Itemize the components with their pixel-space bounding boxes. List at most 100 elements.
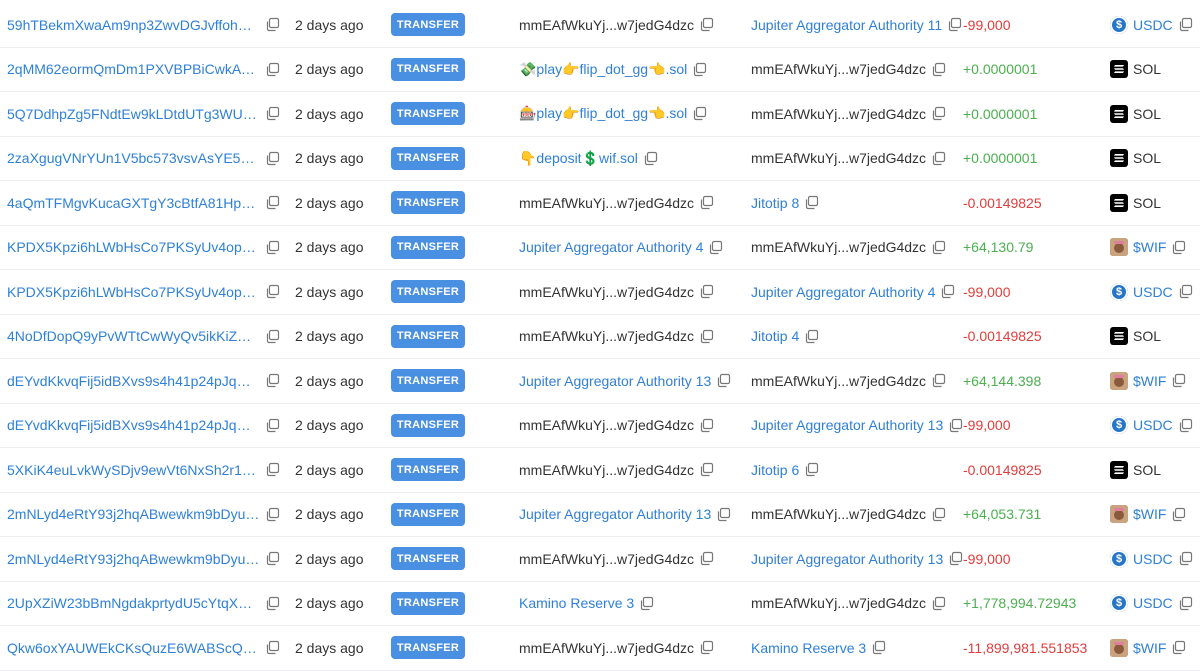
amount-cell: +64,053.731	[963, 493, 1103, 537]
copy-icon[interactable]	[265, 596, 280, 611]
to-address[interactable]: Jitotip 4	[751, 328, 799, 344]
signature-link[interactable]: dEYvdKkvqFij5idBXvs9s4h41p24pJqMb73xTn	[7, 417, 260, 433]
copy-icon[interactable]	[265, 551, 280, 566]
token-name[interactable]: $WIF	[1133, 640, 1166, 656]
from-address[interactable]: Jupiter Aggregator Authority 4	[519, 239, 703, 255]
token-name[interactable]: USDC	[1133, 284, 1173, 300]
copy-icon[interactable]	[1178, 17, 1193, 32]
copy-icon[interactable]	[940, 284, 955, 299]
copy-icon[interactable]	[265, 62, 280, 77]
copy-icon[interactable]	[699, 284, 714, 299]
copy-icon[interactable]	[265, 284, 280, 299]
from-address[interactable]: 🎰play👉flip_dot_gg👈.sol	[519, 105, 687, 122]
copy-icon[interactable]	[265, 17, 280, 32]
copy-icon[interactable]	[265, 640, 280, 655]
copy-icon[interactable]	[1171, 640, 1186, 655]
copy-icon[interactable]	[1171, 240, 1186, 255]
copy-icon[interactable]	[931, 62, 946, 77]
from-address[interactable]: 💸play👉flip_dot_gg👈.sol	[519, 61, 687, 78]
copy-icon[interactable]	[1171, 507, 1186, 522]
signature-link[interactable]: 5Q7DdhpZg5FNdtEw9kLDtdUTg3WUvZGbpRt2Mx	[7, 106, 260, 122]
copy-icon[interactable]	[639, 596, 654, 611]
copy-icon[interactable]	[265, 418, 280, 433]
to-address[interactable]: Jupiter Aggregator Authority 11	[751, 17, 942, 33]
token-name[interactable]: USDC	[1133, 551, 1173, 567]
signature-link[interactable]: 4aQmTFMgvKucaGXTgY3cBtfA81HpDjiHUeN7	[7, 195, 260, 211]
time-cell: 2 days ago	[295, 92, 385, 136]
signature-link[interactable]: dEYvdKkvqFij5idBXvs9s4h41p24pJqMb73xTn	[7, 373, 260, 389]
copy-icon[interactable]	[265, 151, 280, 166]
from-address[interactable]: 👇deposit💲wif.sol	[519, 150, 638, 167]
to-cell: mmEAfWkuYj...w7jedG4dzc	[751, 137, 956, 181]
copy-icon[interactable]	[948, 551, 963, 566]
copy-icon[interactable]	[947, 17, 962, 32]
copy-icon[interactable]	[265, 106, 280, 121]
copy-icon[interactable]	[699, 462, 714, 477]
to-address[interactable]: Jitotip 6	[751, 462, 799, 478]
copy-icon[interactable]	[708, 240, 723, 255]
copy-icon[interactable]	[699, 17, 714, 32]
signature-link[interactable]: 59hTBekmXwaAm9np3ZwvDGJvffohM2hVZ1cXy3Wt…	[7, 17, 260, 33]
signature-link[interactable]: 4NoDfDopQ9yPvWTtCwWyQv5ikKiZwcFLXe2R	[7, 328, 260, 344]
copy-icon[interactable]	[1178, 284, 1193, 299]
token-name[interactable]: $WIF	[1133, 239, 1166, 255]
signature-link[interactable]: 2qMM62eormQmDm1PXVBPBiCwkAvZarbK8u3PqVnT	[7, 61, 260, 77]
signature-link[interactable]: Qkw6oxYAUWEkCKsQuzE6WABScQ1M9sbTr4Ud	[7, 640, 260, 656]
signature-link[interactable]: KPDX5Kpzi6hLWbHsCo7PKSyUv4opAeErAq9z	[7, 284, 260, 300]
copy-icon[interactable]	[699, 640, 714, 655]
copy-icon[interactable]	[265, 373, 280, 388]
copy-icon[interactable]	[871, 640, 886, 655]
signature-link[interactable]: 2zaXgugVNrYUn1V5bc573vsvAsYE5m1QKtR8dW	[7, 150, 260, 166]
signature-cell: 2mNLyd4eRtY93j2hqABwewkm9bDyuta8aZx1	[7, 493, 289, 537]
copy-icon[interactable]	[931, 596, 946, 611]
copy-icon[interactable]	[931, 106, 946, 121]
copy-icon[interactable]	[699, 551, 714, 566]
from-address[interactable]: Kamino Reserve 3	[519, 595, 634, 611]
token-name[interactable]: USDC	[1133, 595, 1173, 611]
copy-icon[interactable]	[931, 240, 946, 255]
signature-link[interactable]: 2UpXZiW23bBmNgdakprtydU5cYtqXVnXUb8e	[7, 595, 260, 611]
copy-icon[interactable]	[931, 151, 946, 166]
copy-icon[interactable]	[804, 195, 819, 210]
copy-icon[interactable]	[1178, 418, 1193, 433]
token-name[interactable]: USDC	[1133, 17, 1173, 33]
token-name[interactable]: USDC	[1133, 417, 1173, 433]
copy-icon[interactable]	[643, 151, 658, 166]
copy-icon[interactable]	[265, 329, 280, 344]
signature-link[interactable]: 5XKiK4euLvkWySDjv9ewVt6NxSh2r1Kev4ApLm	[7, 462, 260, 478]
copy-icon[interactable]	[692, 62, 707, 77]
to-address[interactable]: Jitotip 8	[751, 195, 799, 211]
copy-icon[interactable]	[265, 507, 280, 522]
copy-icon[interactable]	[699, 195, 714, 210]
token-name[interactable]: $WIF	[1133, 373, 1166, 389]
transfer-badge: TRANSFER	[391, 636, 465, 660]
signature-link[interactable]: 2mNLyd4eRtY93j2hqABwewkm9bDyuta8aZx1	[7, 506, 260, 522]
copy-icon[interactable]	[265, 195, 280, 210]
copy-icon[interactable]	[716, 507, 731, 522]
copy-icon[interactable]	[1171, 373, 1186, 388]
copy-icon[interactable]	[692, 106, 707, 121]
from-address[interactable]: Jupiter Aggregator Authority 13	[519, 506, 711, 522]
to-address[interactable]: Jupiter Aggregator Authority 13	[751, 551, 943, 567]
to-address[interactable]: Jupiter Aggregator Authority 4	[751, 284, 935, 300]
signature-link[interactable]: KPDX5Kpzi6hLWbHsCo7PKSyUv4opAeErAq9z	[7, 239, 260, 255]
copy-icon[interactable]	[1178, 596, 1193, 611]
time-ago: 2 days ago	[295, 461, 364, 478]
copy-icon[interactable]	[804, 329, 819, 344]
from-address[interactable]: Jupiter Aggregator Authority 13	[519, 373, 711, 389]
copy-icon[interactable]	[948, 418, 963, 433]
to-address[interactable]: Kamino Reserve 3	[751, 640, 866, 656]
to-address[interactable]: Jupiter Aggregator Authority 13	[751, 417, 943, 433]
copy-icon[interactable]	[265, 462, 280, 477]
token-name[interactable]: $WIF	[1133, 506, 1166, 522]
transfer-badge: TRANSFER	[391, 369, 465, 393]
copy-icon[interactable]	[1178, 551, 1193, 566]
copy-icon[interactable]	[804, 462, 819, 477]
copy-icon[interactable]	[699, 329, 714, 344]
copy-icon[interactable]	[716, 373, 731, 388]
copy-icon[interactable]	[931, 507, 946, 522]
signature-link[interactable]: 2mNLyd4eRtY93j2hqABwewkm9bDyuta8aZx1	[7, 551, 260, 567]
copy-icon[interactable]	[265, 240, 280, 255]
copy-icon[interactable]	[931, 373, 946, 388]
copy-icon[interactable]	[699, 418, 714, 433]
